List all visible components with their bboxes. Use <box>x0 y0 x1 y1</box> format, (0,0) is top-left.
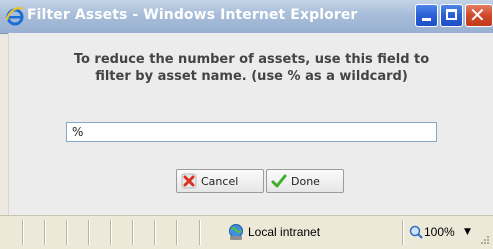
done-button[interactable]: Done <box>266 169 344 193</box>
cancel-button[interactable]: Cancel <box>176 169 264 193</box>
resize-grip-icon[interactable] <box>480 235 490 245</box>
status-bar: Local intranet 100% ▼ <box>0 215 493 249</box>
magnifier-icon <box>409 225 423 239</box>
instruction-message: To reduce the number of assets, use this… <box>9 51 493 85</box>
security-zone-label[interactable]: Local intranet <box>248 225 320 239</box>
close-icon: ✕ <box>469 3 486 27</box>
window-title: Filter Assets - Windows Internet Explore… <box>27 7 358 23</box>
status-divider <box>88 220 89 245</box>
ie-popup-window: Filter Assets - Windows Internet Explore… <box>0 0 493 249</box>
status-divider <box>199 220 200 245</box>
instruction-line-1: To reduce the number of assets, use this… <box>73 52 430 67</box>
local-intranet-globe-icon <box>229 224 243 240</box>
status-divider <box>154 220 155 245</box>
status-divider <box>402 220 403 245</box>
status-divider <box>22 220 23 245</box>
green-checkmark-icon <box>271 174 287 188</box>
status-divider <box>176 220 177 245</box>
minimize-button[interactable] <box>415 4 438 27</box>
internet-explorer-icon <box>6 7 24 26</box>
status-divider <box>110 220 111 245</box>
status-divider <box>44 220 45 245</box>
instruction-line-2: filter by asset name. (use % as a wildca… <box>95 69 408 84</box>
zoom-dropdown-arrow-icon[interactable]: ▼ <box>464 227 471 237</box>
status-divider <box>132 220 133 245</box>
maximize-button[interactable] <box>440 4 463 27</box>
red-x-icon <box>181 173 197 189</box>
zoom-level[interactable]: 100% <box>424 225 455 239</box>
done-label: Done <box>291 174 320 188</box>
asset-name-filter-input[interactable] <box>66 122 437 142</box>
dialog-content: To reduce the number of assets, use this… <box>8 33 493 215</box>
status-divider <box>66 220 67 245</box>
cancel-label: Cancel <box>201 174 239 188</box>
title-bar[interactable]: Filter Assets - Windows Internet Explore… <box>0 0 493 34</box>
minimize-icon <box>422 18 431 21</box>
close-button[interactable]: ✕ <box>465 3 493 27</box>
maximize-icon <box>446 9 457 20</box>
